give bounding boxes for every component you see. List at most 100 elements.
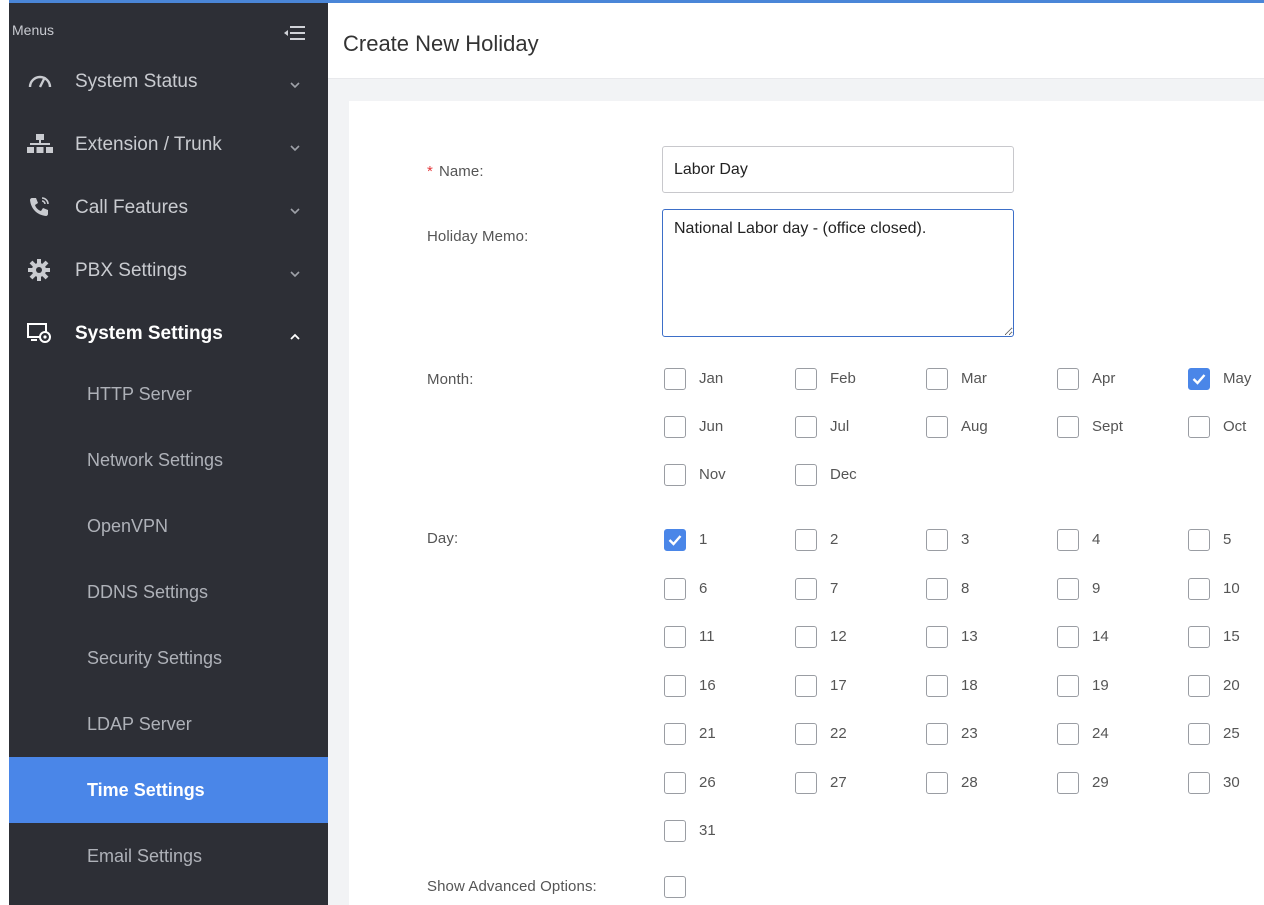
holiday-memo-textarea[interactable]: National Labor day - (office closed).	[662, 209, 1014, 337]
day-checkbox-label: 12	[830, 628, 847, 645]
day-checkbox-label: 24	[1092, 725, 1109, 742]
sidebar-item-system-status[interactable]: System Status	[9, 49, 328, 113]
checkbox-box	[1057, 529, 1079, 551]
sidebar-item-system-settings[interactable]: System Settings	[9, 301, 328, 365]
day-checkbox-label: 25	[1223, 725, 1240, 742]
day-checkbox-label: 1	[699, 531, 708, 548]
sidebar-item-label: System Status	[75, 71, 198, 92]
checkbox-box	[926, 626, 948, 648]
sidebar-subitem-ldap-server[interactable]: LDAP Server	[9, 691, 328, 757]
day-checkbox-label: 22	[830, 725, 847, 742]
checkbox-box	[664, 674, 686, 697]
day-checkbox-label: 17	[830, 676, 847, 694]
show-advanced-options-label: Show Advanced Options:	[427, 878, 597, 895]
sidebar-item-pbx-settings[interactable]: PBX Settings	[9, 238, 328, 302]
day-checkbox-label: 9	[1092, 579, 1101, 597]
checkbox-box	[664, 626, 686, 648]
window-left-margin	[0, 0, 9, 905]
sidebar-subitem-label: Network Settings	[87, 450, 224, 470]
checkbox-box	[926, 723, 948, 745]
sidebar-item-label: PBX Settings	[75, 260, 187, 281]
collapse-menu-icon[interactable]	[284, 25, 306, 41]
chevron-down-icon	[289, 266, 301, 278]
sidebar-header: Menus	[9, 3, 328, 43]
day-checkbox-label: 5	[1223, 531, 1232, 548]
checkbox-box	[926, 674, 948, 697]
sidebar-subitem-label: HTTP Server	[87, 384, 192, 404]
checkbox-box	[926, 771, 948, 794]
checkbox-box	[795, 723, 817, 745]
day-checkbox-label: 26	[699, 773, 716, 791]
sidebar-subitem-openvpn[interactable]: OpenVPN	[9, 493, 328, 559]
day-checkbox-label: 8	[961, 579, 970, 597]
checkbox-box	[664, 820, 686, 842]
checkbox-box	[1188, 771, 1210, 794]
chevron-down-icon	[289, 77, 301, 89]
checkbox-box	[795, 529, 817, 551]
month-checkbox-label: Sept	[1092, 418, 1123, 435]
phone-icon	[27, 195, 53, 219]
sidebar-subitem-http-server[interactable]: HTTP Server	[9, 361, 328, 427]
network-icon	[27, 132, 53, 156]
name-label-text: Name:	[438, 163, 484, 180]
sidebar-subitem-label: Time Settings	[87, 780, 205, 800]
checkbox-box	[795, 368, 817, 390]
day-checkbox-label: 10	[1223, 579, 1240, 597]
checkbox-box	[664, 771, 686, 794]
checkbox-box	[664, 723, 686, 745]
day-checkbox-label: 7	[830, 579, 839, 597]
sidebar-subitem-label: OpenVPN	[87, 516, 169, 536]
checkmark-icon	[1188, 368, 1210, 390]
month-checkbox-label: Aug	[961, 418, 988, 435]
checkbox-box	[1057, 674, 1079, 697]
checkbox-box	[926, 577, 948, 600]
month-checkbox-label: Nov	[699, 466, 726, 483]
checkmark-icon	[664, 529, 686, 551]
sidebar-item-label: Extension / Trunk	[75, 134, 222, 155]
name-label: * Name:	[427, 163, 484, 180]
chevron-down-icon	[289, 203, 301, 215]
checkbox-box	[1188, 577, 1210, 600]
checkbox-box	[664, 368, 686, 390]
sidebar-subitem-label: Email Settings	[87, 846, 203, 866]
day-checkbox-label: 29	[1092, 773, 1109, 791]
checkbox-box	[1188, 416, 1210, 438]
sidebar-item-call-features[interactable]: Call Features	[9, 175, 328, 239]
checkbox-box	[795, 626, 817, 648]
sidebar-subitem-label: LDAP Server	[87, 714, 192, 734]
day-checkbox-label: 15	[1223, 628, 1240, 645]
month-checkbox-label: Dec	[830, 466, 857, 483]
checkbox-box	[795, 464, 817, 486]
gear-icon	[27, 258, 53, 282]
checkbox-box	[1057, 577, 1079, 600]
gauge-icon	[27, 69, 53, 93]
day-label: Day:	[427, 530, 459, 547]
day-checkbox-label: 23	[961, 725, 978, 742]
sidebar-subitem-security-settings[interactable]: Security Settings	[9, 625, 328, 691]
checkbox-box	[795, 577, 817, 600]
month-checkbox-label: Jun	[699, 418, 724, 435]
sidebar-subitem-network-settings[interactable]: Network Settings	[9, 427, 328, 493]
checkbox-box	[664, 577, 686, 600]
monitor-gear-icon	[27, 321, 53, 345]
sidebar-item-extension-trunk[interactable]: Extension / Trunk	[9, 112, 328, 176]
sidebar-subitem-ddns-settings[interactable]: DDNS Settings	[9, 559, 328, 625]
month-checkbox-label: Feb	[830, 370, 856, 387]
name-input[interactable]	[662, 146, 1014, 193]
checkbox-box	[1188, 723, 1210, 745]
day-checkbox-label: 2	[830, 531, 839, 548]
chevron-down-icon	[289, 140, 301, 152]
day-checkbox-label: 28	[961, 773, 978, 791]
month-checkbox-label: Oct	[1223, 418, 1247, 435]
checkbox-box	[1188, 674, 1210, 697]
checkbox-box	[926, 416, 948, 438]
checkbox-box	[795, 416, 817, 438]
day-checkbox-label: 21	[699, 725, 716, 742]
sidebar-item-label: Call Features	[75, 197, 188, 218]
sidebar-subitem-time-settings[interactable]: Time Settings	[9, 757, 328, 823]
checkbox-box	[1057, 626, 1079, 648]
day-checkbox-label: 13	[961, 628, 978, 645]
day-checkbox-label: 14	[1092, 628, 1109, 645]
holiday-memo-label: Holiday Memo:	[427, 228, 529, 245]
sidebar-subitem-email-settings[interactable]: Email Settings	[9, 823, 328, 889]
